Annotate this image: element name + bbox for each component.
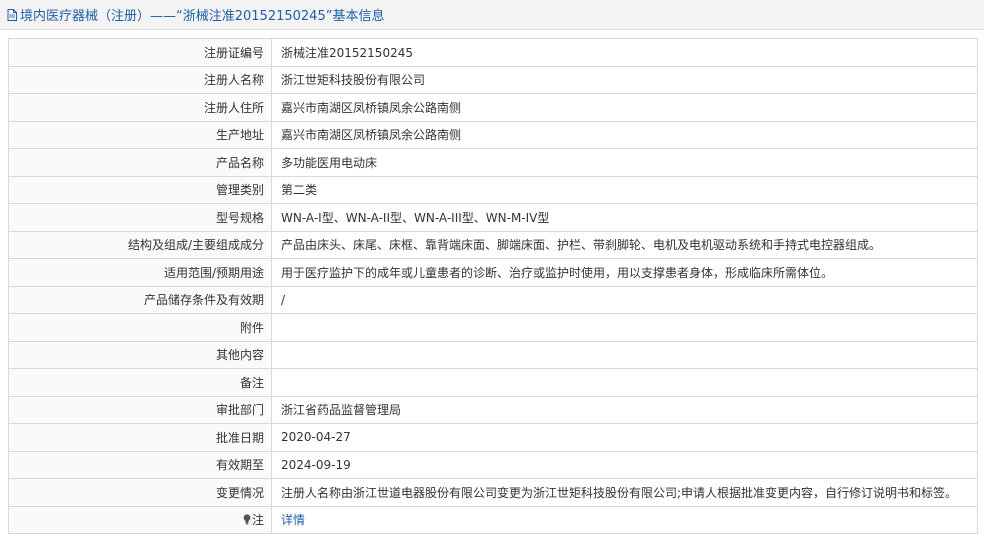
document-icon	[7, 8, 17, 21]
field-value: 嘉兴市南湖区凤桥镇凤余公路南侧	[271, 93, 978, 122]
field-value: 产品由床头、床尾、床框、靠背端床面、脚端床面、护栏、带刹脚轮、电机及电机驱动系统…	[271, 230, 978, 259]
field-value: 浙江省药品监督管理局	[271, 395, 978, 424]
page-title: 境内医疗器械（注册）——“浙械注准20152150245”基本信息	[20, 9, 385, 24]
field-value: 多功能医用电动床	[271, 148, 978, 177]
field-label: 附件	[8, 313, 272, 342]
field-value: 浙江世矩科技股份有限公司	[271, 65, 978, 94]
field-value: WN-A-I型、WN-A-II型、WN-A-III型、WN-M-IV型	[271, 203, 978, 232]
table-row: 产品储存条件及有效期 /	[8, 285, 978, 314]
field-label: 注册证编号	[8, 38, 272, 67]
table-row: 注册证编号 浙械注准20152150245	[8, 38, 978, 67]
field-label: 变更情况	[8, 478, 272, 507]
field-value: 嘉兴市南湖区凤桥镇凤余公路南侧	[271, 120, 978, 149]
field-label: 结构及组成/主要组成成分	[8, 230, 272, 259]
field-label: 产品储存条件及有效期	[8, 285, 272, 314]
table-row: 注册人住所 嘉兴市南湖区凤桥镇凤余公路南侧	[8, 93, 978, 122]
field-label: 型号规格	[8, 203, 272, 232]
field-label: 有效期至	[8, 450, 272, 479]
field-value	[271, 313, 978, 342]
table-row: 其他内容	[8, 340, 978, 369]
field-label: 注册人住所	[8, 93, 272, 122]
table-row: 附件	[8, 313, 978, 342]
info-table: 注册证编号 浙械注准20152150245 注册人名称 浙江世矩科技股份有限公司…	[8, 38, 978, 534]
table-row: 批准日期 2020-04-27	[8, 423, 978, 452]
field-label: 其他内容	[8, 340, 272, 369]
field-value	[271, 368, 978, 397]
field-label: 审批部门	[8, 395, 272, 424]
table-row: 注册人名称 浙江世矩科技股份有限公司	[8, 65, 978, 94]
info-table-container: 注册证编号 浙械注准20152150245 注册人名称 浙江世矩科技股份有限公司…	[8, 38, 978, 534]
field-label: 产品名称	[8, 148, 272, 177]
note-label: 注	[251, 513, 264, 528]
table-row: 变更情况 注册人名称由浙江世道电器股份有限公司变更为浙江世矩科技股份有限公司;申…	[8, 478, 978, 507]
field-value: 注册人名称由浙江世道电器股份有限公司变更为浙江世矩科技股份有限公司;申请人根据批…	[271, 478, 978, 507]
table-row-note: 注 详情	[8, 505, 978, 534]
field-value	[271, 340, 978, 369]
note-label-cell: 注	[8, 505, 272, 534]
field-value: 用于医疗监护下的成年或儿童患者的诊断、治疗或监护时使用，用以支撑患者身体，形成临…	[271, 258, 978, 287]
note-value-cell: 详情	[271, 505, 978, 534]
info-table-body: 注册证编号 浙械注准20152150245 注册人名称 浙江世矩科技股份有限公司…	[8, 38, 978, 534]
field-value: 浙械注准20152150245	[271, 38, 978, 67]
details-link[interactable]: 详情	[281, 513, 305, 527]
table-row: 管理类别 第二类	[8, 175, 978, 204]
field-value: /	[271, 285, 978, 314]
table-row: 型号规格 WN-A-I型、WN-A-II型、WN-A-III型、WN-M-IV型	[8, 203, 978, 232]
field-label: 管理类别	[8, 175, 272, 204]
field-value: 2024-09-19	[271, 450, 978, 479]
field-label: 备注	[8, 368, 272, 397]
field-value: 第二类	[271, 175, 978, 204]
table-row: 审批部门 浙江省药品监督管理局	[8, 395, 978, 424]
field-label: 批准日期	[8, 423, 272, 452]
table-row: 结构及组成/主要组成成分 产品由床头、床尾、床框、靠背端床面、脚端床面、护栏、带…	[8, 230, 978, 259]
page-header: 境内医疗器械（注册）——“浙械注准20152150245”基本信息	[0, 0, 984, 30]
lightbulb-icon	[243, 514, 251, 525]
table-row: 产品名称 多功能医用电动床	[8, 148, 978, 177]
field-label: 注册人名称	[8, 65, 272, 94]
table-row: 有效期至 2024-09-19	[8, 450, 978, 479]
table-row: 生产地址 嘉兴市南湖区凤桥镇凤余公路南侧	[8, 120, 978, 149]
table-row: 备注	[8, 368, 978, 397]
field-label: 生产地址	[8, 120, 272, 149]
table-row: 适用范围/预期用途 用于医疗监护下的成年或儿童患者的诊断、治疗或监护时使用，用以…	[8, 258, 978, 287]
field-value: 2020-04-27	[271, 423, 978, 452]
field-label: 适用范围/预期用途	[8, 258, 272, 287]
